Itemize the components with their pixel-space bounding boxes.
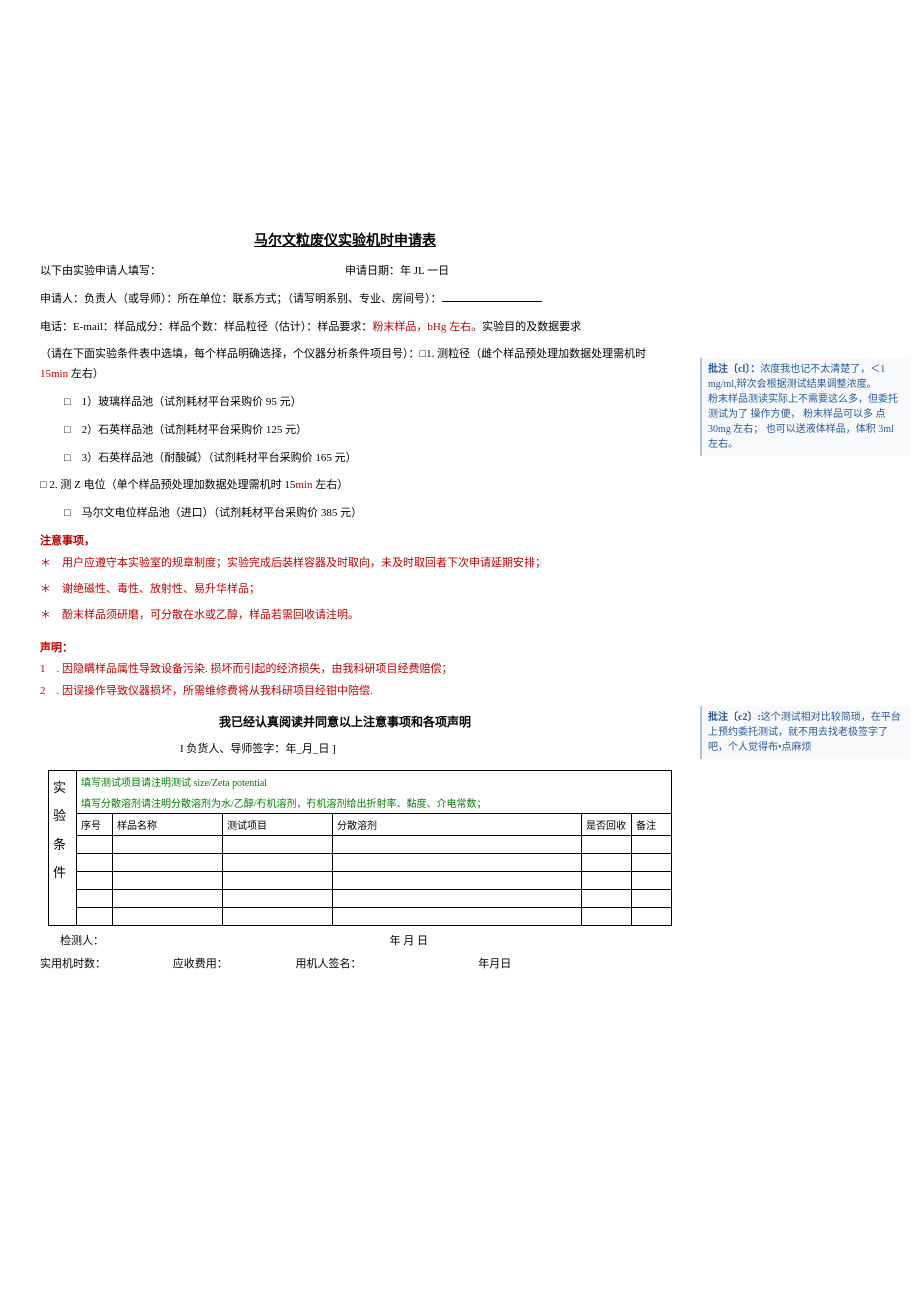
option-1[interactable]: □ 1）玻璃样品池（试剂耗材平台采购价 95 元） (40, 393, 650, 413)
notice-1: ＊ 用户应遵守本实验室的规章制度；实验完成后装样容器及时取向，未及时取回者下次申… (40, 554, 650, 574)
declaration-2: 2 . 因误操作导致仪器损坏，所需维修费将从我科研项目经钳中陪偿. (40, 683, 650, 701)
option-3[interactable]: □ 3）石英样品池（耐酸碱）（试剂耗材平台采购价 165 元） (40, 449, 650, 469)
vertical-label: 实验条件 (49, 770, 77, 925)
notice-title: 注意事项， (40, 532, 650, 548)
notice-3: ＊ 酚末样品须研磨，可分散在水或乙醇，样品若需回收请注明。 (40, 606, 650, 626)
usage-line: 实用机时数： 应收费用： 用机人签名： 年月日 (40, 955, 650, 975)
condition-intro: （请在下面实验条件表中选填，每个样品明确选择，个仪器分析条件项目号）：□1. 测… (40, 345, 650, 385)
supervisor-sign: I 负货人、导师签字：年_月_日 ] (40, 740, 650, 756)
declaration-title: 声明： (40, 639, 650, 655)
hint-1: 填写测试项目请注明测试 size/Zeta potential (77, 770, 672, 792)
table-row[interactable] (49, 871, 672, 889)
table-row[interactable] (49, 853, 672, 871)
table-row[interactable] (49, 889, 672, 907)
apply-date-label: 申请日期：年 JL 一日 (345, 262, 650, 282)
option-4[interactable]: □ 马尔文电位样品池（进口）（试剂耗材平台采购价 385 元） (40, 504, 650, 524)
hint-2: 填写分散溶剂请注明分散溶剂为水/乙醇/冇机溶剂，冇机溶剂给出折射率、黏度、介电常… (77, 792, 672, 814)
conditions-table: 实验条件 填写测试项目请注明测试 size/Zeta potential 填写分… (48, 770, 672, 926)
comment-c1: 批注〔cl〕：浓度我也记不太清楚了，＜1 mg/ml,辩次会根据测试结果调整浓度… (700, 358, 910, 456)
notice-2: ＊ 谢绝磁性、毒性、放射性、易升华样品； (40, 580, 650, 600)
table-row[interactable] (49, 907, 672, 925)
option-2[interactable]: □ 2）石英样品池（试剂耗材平台采购价 125 元） (40, 421, 650, 441)
filled-by-label: 以下由实验申请人填写： (40, 262, 345, 282)
applicant-line: 申请人：负责人（或导师）：所在单位：联系方式；（请写明系别、专业、房间号）： (40, 290, 650, 310)
declaration-1: 1 . 因隐瞒样品属性导致设备污染. 损坏而引起的经济损失，由我科研项目经费赔偿… (40, 661, 650, 679)
page-title: 马尔文粒废仪实验机时申请表 (40, 230, 650, 250)
agree-statement: 我已经认真阅读并同意以上注意事项和各项声明 (40, 713, 650, 730)
comment-c2: 批注〔c2〕:这个测试相对比较简琐，在平台上预约委托测试，就不用去找老极签字了吧… (700, 706, 910, 759)
inspector-line: 检测人： 年 月 日 (40, 932, 650, 952)
table-row[interactable] (49, 835, 672, 853)
contact-line: 电话：E-mail：样品成分：样品个数：样品粒径（估计）：样品要求：粉末样品，b… (40, 318, 650, 338)
zeta-line: □ 2. 测 Z 电位（单个样品预处理加数据处理需机时 15min 左右） (40, 476, 650, 496)
table-header-row: 序号 样品名称 测试项目 分散溶剂 是否回收 备注 (49, 813, 672, 835)
